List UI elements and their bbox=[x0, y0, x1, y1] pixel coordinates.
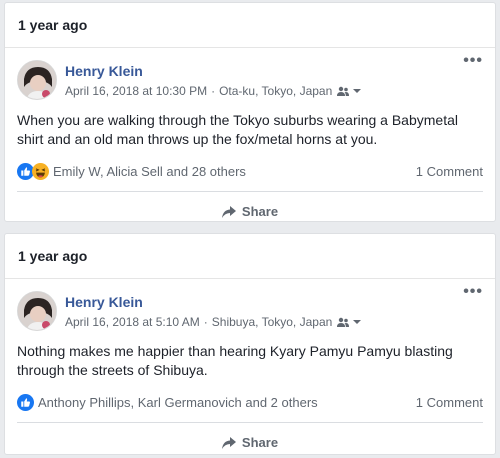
reactions-text: Emily W, Alicia Sell and 28 others bbox=[53, 163, 246, 179]
reactions-summary[interactable]: Emily W, Alicia Sell and 28 others bbox=[17, 162, 246, 180]
post-meta: April 16, 2018 at 10:30 PM · Ota-ku, Tok… bbox=[65, 83, 362, 99]
share-arrow-icon bbox=[221, 205, 236, 218]
post-location[interactable]: Shibuya, Tokyo, Japan bbox=[212, 314, 333, 330]
post-card: 1 year ago Henry Klein April 16, 2018 at… bbox=[4, 233, 496, 455]
card-header: 1 year ago bbox=[5, 234, 495, 279]
reactions-summary[interactable]: Anthony Phillips, Karl Germanovich and 2… bbox=[17, 393, 318, 411]
post-location[interactable]: Ota-ku, Tokyo, Japan bbox=[219, 83, 332, 99]
share-label: Share bbox=[241, 204, 279, 219]
post-stats: Anthony Phillips, Karl Germanovich and 2… bbox=[17, 392, 483, 412]
post-timestamp[interactable]: April 16, 2018 at 10:30 PM bbox=[65, 83, 207, 99]
post: Henry Klein April 16, 2018 at 5:10 AM · … bbox=[5, 279, 495, 458]
audience-selector[interactable] bbox=[337, 86, 362, 96]
haha-icon bbox=[32, 162, 49, 180]
card-header-title: 1 year ago bbox=[18, 17, 88, 33]
author-name[interactable]: Henry Klein bbox=[65, 293, 362, 311]
post-stats: Emily W, Alicia Sell and 28 others 1 Com… bbox=[17, 161, 483, 181]
friends-icon bbox=[337, 86, 350, 96]
author-name[interactable]: Henry Klein bbox=[65, 62, 362, 80]
meta-separator: · bbox=[211, 84, 216, 98]
card-header: 1 year ago bbox=[5, 3, 495, 48]
share-button[interactable]: Share bbox=[221, 435, 279, 450]
post-card: 1 year ago Henry Klein April 16, 2018 at… bbox=[4, 2, 496, 222]
comments-count[interactable]: 1 Comment bbox=[416, 395, 483, 410]
comments-count[interactable]: 1 Comment bbox=[416, 164, 483, 179]
avatar[interactable] bbox=[17, 60, 57, 100]
meta-separator: · bbox=[203, 315, 208, 329]
card-header-title: 1 year ago bbox=[18, 248, 88, 264]
friends-icon bbox=[337, 317, 350, 327]
more-options-button[interactable]: ••• bbox=[463, 53, 483, 69]
share-label: Share bbox=[241, 435, 279, 450]
caret-down-icon bbox=[353, 320, 362, 324]
post-text: Nothing makes me happier than hearing Ky… bbox=[17, 343, 453, 378]
caret-down-icon bbox=[353, 89, 362, 93]
post-meta: April 16, 2018 at 5:10 AM · Shibuya, Tok… bbox=[65, 314, 362, 330]
audience-selector[interactable] bbox=[337, 317, 362, 327]
share-button[interactable]: Share bbox=[221, 204, 279, 219]
post: Henry Klein April 16, 2018 at 10:30 PM ·… bbox=[5, 48, 495, 231]
post-timestamp[interactable]: April 16, 2018 at 5:10 AM bbox=[65, 314, 200, 330]
avatar[interactable] bbox=[17, 291, 57, 331]
like-icon bbox=[17, 393, 34, 411]
post-text: When you are walking through the Tokyo s… bbox=[17, 112, 458, 147]
action-bar: Share bbox=[17, 191, 483, 231]
reactions-text: Anthony Phillips, Karl Germanovich and 2… bbox=[38, 394, 318, 410]
action-bar: Share bbox=[17, 422, 483, 458]
more-options-button[interactable]: ••• bbox=[463, 284, 483, 300]
share-arrow-icon bbox=[221, 436, 236, 449]
